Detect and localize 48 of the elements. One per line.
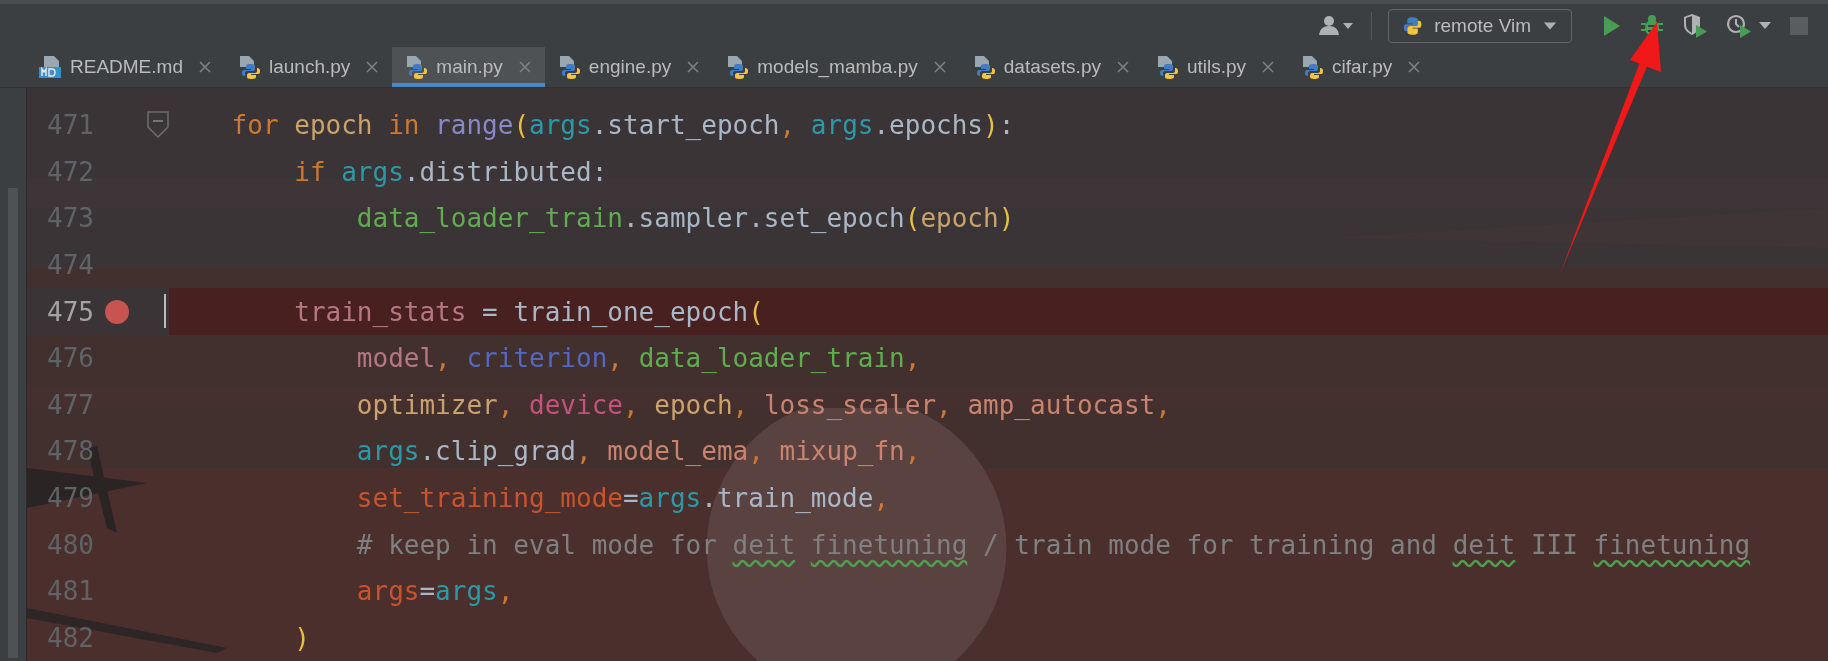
code-line: set_training_mode=args.train_mode, (355, 483, 890, 514)
line-number: 482 (46, 622, 94, 653)
code-line: for epoch in range(args.start_epoch, args.epochs): (230, 110, 1015, 141)
close-icon[interactable] (1408, 61, 1421, 73)
close-icon[interactable] (933, 61, 946, 73)
line-number: 479 (46, 483, 94, 514)
code-line: # keep in eval mode for deit finetuning / train mode for training and deit III finetuning (355, 529, 1751, 560)
code-line: args.clip_grad, model_ema, mixup_fn, (355, 436, 921, 467)
caret-icon[interactable] (1758, 20, 1772, 31)
code-line: optimizer, device, epoch, loss_scaler, amp_autocast, (355, 389, 1171, 420)
stop-icon[interactable] (1790, 16, 1808, 35)
user-icon[interactable] (1319, 14, 1355, 37)
run-icon[interactable] (1602, 14, 1622, 37)
code-line: args=args, (355, 576, 514, 607)
coverage-icon[interactable] (1682, 13, 1708, 38)
file-tab[interactable]: engine.py (544, 47, 714, 87)
profiler-icon[interactable] (1726, 13, 1752, 38)
close-icon[interactable] (1262, 61, 1275, 73)
run-config-dropdown[interactable]: remote Vim (1388, 8, 1572, 43)
file-tab[interactable]: utils.py (1142, 47, 1289, 87)
python-file-icon (1300, 55, 1325, 79)
python-file-icon (725, 55, 750, 79)
file-tab[interactable]: cifar.py (1288, 47, 1435, 87)
file-tab[interactable]: models_mamba.py (713, 47, 960, 87)
close-icon[interactable] (518, 61, 531, 73)
code-line: if args.distributed: (293, 156, 608, 187)
python-file-icon (404, 55, 429, 79)
code-line: train_stats = train_one_epoch( (293, 296, 764, 327)
file-tab[interactable]: main.py (392, 47, 545, 87)
code-line: data_loader_train.sampler.set_epoch(epoch) (355, 203, 1015, 234)
file-tab[interactable]: README.md (26, 47, 225, 87)
markdown-file-icon (38, 55, 62, 79)
code-line: ) (293, 622, 310, 653)
code-line: model, criterion, data_loader_train, (355, 343, 921, 374)
breakpoint-icon[interactable] (105, 299, 129, 324)
file-tab[interactable]: datasets.py (959, 47, 1143, 87)
line-number: 481 (46, 576, 94, 607)
close-icon[interactable] (1116, 61, 1129, 73)
close-icon[interactable] (198, 61, 211, 73)
line-number: 478 (46, 436, 94, 467)
line-number: 480 (46, 529, 94, 560)
python-icon (1403, 14, 1423, 37)
close-icon[interactable] (687, 61, 700, 73)
close-icon[interactable] (366, 61, 379, 73)
line-number: 475 (46, 296, 94, 327)
file-tab[interactable]: launch.py (224, 47, 393, 87)
text-caret (164, 294, 166, 329)
caret-icon (1543, 20, 1557, 31)
